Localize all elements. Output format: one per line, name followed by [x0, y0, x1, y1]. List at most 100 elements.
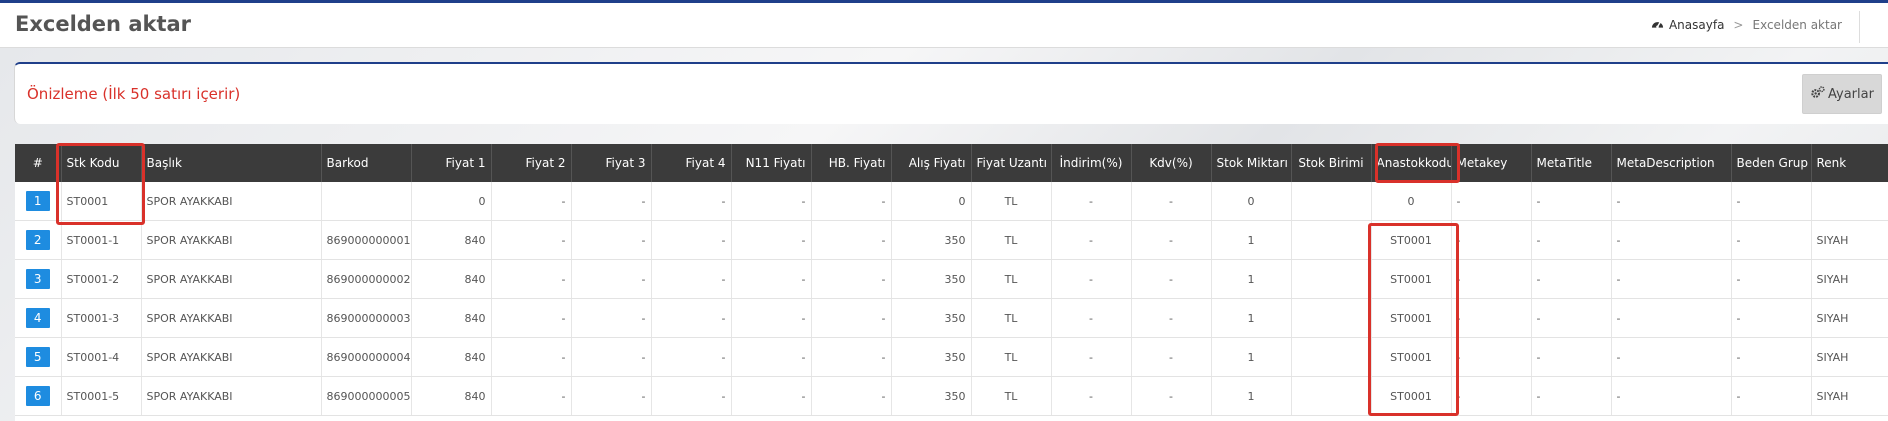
table-row[interactable]: 6 ST0001-5 SPOR AYAKKABI 869000000005 840- - -… — [15, 376, 1888, 416]
column-header-ba-l-k: Başlık — [141, 144, 322, 182]
table-row[interactable]: 1 ST0001 SPOR AYAKKABI 0- - - - -0 TL - -0 0- - - - — [15, 182, 1888, 221]
cell-metakey: - — [1451, 337, 1532, 377]
cell-fiyat-4: - — [651, 298, 732, 338]
cell-beden-grup: - — [1731, 182, 1812, 221]
column-header-al-fiyat: Alış Fiyatı — [891, 144, 972, 182]
cell-ba-l-k: SPOR AYAKKABI — [141, 259, 322, 299]
cell-fiyat-uzant: TL — [971, 182, 1052, 221]
breadcrumb-current: Excelden aktar — [1752, 18, 1842, 32]
cell-fiyat-1: 840 — [411, 337, 492, 377]
cell-stok-miktar: 1 — [1211, 376, 1292, 416]
preview-title: Önizleme (İlk 50 satırı içerir) — [27, 85, 241, 103]
cell-ba-l-k: SPOR AYAKKABI — [141, 337, 322, 377]
preview-table-container[interactable]: # Stk Kodu Başlık Barkod Fiyat 1 Fiyat 2 Fiyat… — [15, 144, 1888, 421]
cell-stk-kodu: ST0001-1 — [61, 220, 142, 260]
cell-fiyat-1: 0 — [411, 182, 492, 221]
cell-fiyat-2: - — [491, 376, 572, 416]
header-divider — [1859, 11, 1860, 43]
cell-beden-grup: - — [1731, 337, 1812, 377]
row-number-cell: 5 — [15, 337, 62, 377]
table-row[interactable]: 5 ST0001-4 SPOR AYAKKABI 869000000004 840- - -… — [15, 337, 1888, 377]
cell-stk-kodu: ST0001 — [61, 182, 142, 221]
cell-stok-birimi — [1291, 337, 1372, 377]
cell-fiyat-3: - — [571, 182, 652, 221]
cell-metadescription: - — [1611, 376, 1732, 416]
column-header-anastokkodu: Anastokkodu — [1371, 144, 1452, 182]
cell-metakey: - — [1451, 298, 1532, 338]
cell-fiyat-3: - — [571, 337, 652, 377]
cell-anastokkodu: ST0001 — [1371, 376, 1452, 416]
cell-fiyat-1: 840 — [411, 298, 492, 338]
cell-hb-fiyat: - — [811, 259, 892, 299]
cell-al-fiyat: 350 — [891, 259, 972, 299]
cell-stok-miktar: 1 — [1211, 298, 1292, 338]
cell-stok-birimi — [1291, 220, 1372, 260]
preview-table: # Stk Kodu Başlık Barkod Fiyat 1 Fiyat 2 Fiyat… — [15, 144, 1888, 416]
cell-metakey: - — [1451, 259, 1532, 299]
row-number-cell: 3 — [15, 259, 62, 299]
cell-fiyat-2: - — [491, 259, 572, 299]
table-row[interactable]: 2 ST0001-1 SPOR AYAKKABI 869000000001 840- - -… — [15, 220, 1888, 260]
cell-stk-kodu: ST0001-3 — [61, 298, 142, 338]
table-row[interactable]: 4 ST0001-3 SPOR AYAKKABI 869000000003 840- - -… — [15, 298, 1888, 338]
cell-stok-birimi — [1291, 182, 1372, 221]
cell-n11-fiyat: - — [731, 298, 812, 338]
dashboard-icon — [1651, 18, 1664, 32]
settings-button-label: Ayarlar — [1828, 86, 1874, 102]
column-header-metatitle: MetaTitle — [1531, 144, 1612, 182]
column-header-metadescription: MetaDescription — [1611, 144, 1732, 182]
settings-button[interactable]: Ayarlar — [1802, 74, 1882, 114]
breadcrumb-home-link[interactable]: Anasayfa — [1669, 18, 1724, 32]
column-header-fiyat-uzant: Fiyat Uzantı — [971, 144, 1052, 182]
table-row[interactable]: 3 ST0001-2 SPOR AYAKKABI 869000000002 840- - -… — [15, 259, 1888, 299]
column-header-fiyat-3: Fiyat 3 — [571, 144, 652, 182]
breadcrumb: Anasayfa > Excelden aktar — [1651, 18, 1842, 32]
cell-n11-fiyat: - — [731, 220, 812, 260]
row-number-badge: 5 — [25, 347, 50, 367]
column-header-stok-birimi: Stok Birimi — [1291, 144, 1372, 182]
column-header-fiyat-2: Fiyat 2 — [491, 144, 572, 182]
row-number-cell: 1 — [15, 182, 62, 221]
cell-fiyat-3: - — [571, 259, 652, 299]
cell-al-fiyat: 350 — [891, 298, 972, 338]
cell-hb-fiyat: - — [811, 220, 892, 260]
cell-n11-fiyat: - — [731, 259, 812, 299]
table-header-row: # Stk Kodu Başlık Barkod Fiyat 1 Fiyat 2 Fiyat… — [15, 144, 1888, 182]
cell-barkod: 869000000005 — [321, 376, 412, 416]
cell-renk: SIYAH — [1811, 337, 1888, 377]
breadcrumb-separator: > — [1733, 18, 1744, 32]
cell-i-ndirim: - — [1051, 337, 1132, 377]
cell-metadescription: - — [1611, 220, 1732, 260]
column-header-stk-kodu: Stk Kodu — [61, 144, 142, 182]
cell-fiyat-4: - — [651, 337, 732, 377]
row-number-badge: 3 — [25, 269, 50, 289]
cell-fiyat-3: - — [571, 298, 652, 338]
page-header: Excelden aktar Anasayfa > Excelden aktar — [0, 3, 1888, 48]
cell-fiyat-1: 840 — [411, 259, 492, 299]
cell-barkod: 869000000001 — [321, 220, 412, 260]
cell-stk-kodu: ST0001-4 — [61, 337, 142, 377]
column-header-fiyat-4: Fiyat 4 — [651, 144, 732, 182]
cell-hb-fiyat: - — [811, 337, 892, 377]
cell-metakey: - — [1451, 182, 1532, 221]
cell-ba-l-k: SPOR AYAKKABI — [141, 220, 322, 260]
cell-anastokkodu: ST0001 — [1371, 259, 1452, 299]
row-number-badge: 4 — [25, 308, 50, 328]
cell-metadescription: - — [1611, 182, 1732, 221]
cell-anastokkodu: ST0001 — [1371, 337, 1452, 377]
cell-renk: SIYAH — [1811, 376, 1888, 416]
cell-al-fiyat: 350 — [891, 376, 972, 416]
row-number-badge: 2 — [25, 230, 50, 250]
cell-renk: SIYAH — [1811, 259, 1888, 299]
cell-barkod — [321, 182, 412, 221]
cell-ba-l-k: SPOR AYAKKABI — [141, 376, 322, 416]
cell-metatitle: - — [1531, 259, 1612, 299]
gears-icon — [1810, 85, 1825, 103]
cell-hb-fiyat: - — [811, 376, 892, 416]
cell-n11-fiyat: - — [731, 376, 812, 416]
row-number-cell: 2 — [15, 220, 62, 260]
cell-i-ndirim: - — [1051, 182, 1132, 221]
cell-metadescription: - — [1611, 337, 1732, 377]
cell-i-ndirim: - — [1051, 376, 1132, 416]
cell-stk-kodu: ST0001-2 — [61, 259, 142, 299]
